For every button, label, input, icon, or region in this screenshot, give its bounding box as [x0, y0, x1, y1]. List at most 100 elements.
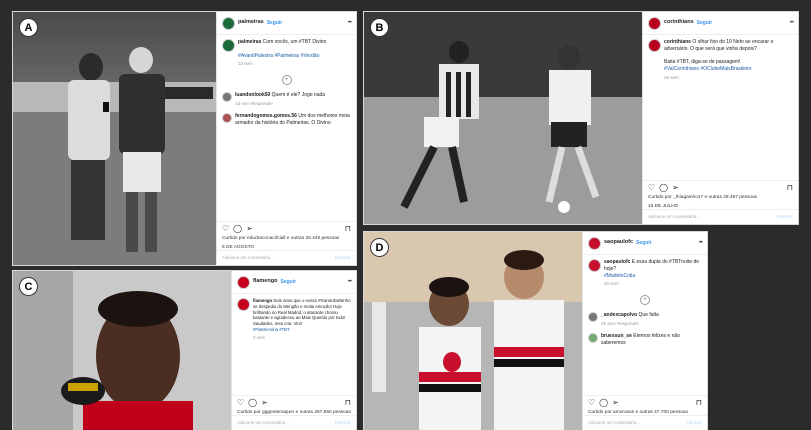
comment-icon[interactable]: ◯: [248, 398, 257, 407]
panel-label-d: D: [371, 239, 388, 256]
share-icon[interactable]: ➢: [672, 184, 679, 192]
publish-button[interactable]: Publicar: [335, 255, 351, 261]
caption-tags[interactable]: #AvantiPalestra #Palmeiras #Verdão: [238, 53, 319, 59]
heart-icon[interactable]: ♡: [648, 184, 655, 192]
post-b-sidebar: corinthians Seguir ••• corinthians O olh…: [642, 12, 798, 224]
add-comment-placeholder: Adicione um comentário...: [648, 213, 701, 219]
plus-circle-icon[interactable]: +: [281, 75, 292, 86]
caption-tags[interactable]: #MadeInCotia: [604, 273, 635, 279]
caption-text-2: Baita #TBT, diga-se de passagem!: [664, 59, 741, 66]
follow-button[interactable]: Seguir: [636, 240, 652, 247]
bookmark-icon[interactable]: ⊓: [787, 184, 793, 192]
share-icon[interactable]: ➢: [261, 398, 268, 407]
actions-bar: ♡ ◯ ➢ ⊓: [217, 221, 356, 236]
add-comment-field[interactable]: Adicione um comentário... Publicar: [583, 414, 707, 430]
publish-button[interactable]: Publicar: [335, 420, 351, 426]
caption-tags[interactable]: #FlaMemória #TBT: [253, 327, 290, 332]
avatar[interactable]: [588, 333, 598, 344]
share-icon[interactable]: ➢: [246, 225, 253, 233]
comment-text: Quem é ele? Jogo nada: [271, 92, 326, 99]
panel-label-c: C: [20, 278, 37, 295]
avatar[interactable]: [222, 92, 232, 103]
liked-by[interactable]: Curtido por _thiagainho17 e outras 28.49…: [643, 195, 798, 201]
publish-button[interactable]: Publicar: [777, 214, 793, 220]
add-comment-placeholder: Adicione um comentário...: [588, 419, 641, 425]
add-comment-field[interactable]: Adicione um comentário... Publicar: [643, 208, 798, 224]
post-d-sidebar: saopaulofc Seguir ••• saopaulofc E essa …: [582, 232, 707, 430]
more-dots-icon[interactable]: •••: [790, 19, 794, 27]
panel-label-a: A: [20, 19, 37, 36]
bookmark-icon[interactable]: ⊓: [345, 398, 351, 407]
comment-user[interactable]: luandonlook50: [235, 92, 270, 98]
add-comment-field[interactable]: Adicione um comentário... Publicar: [232, 414, 356, 430]
photo-d-image: [364, 232, 582, 430]
avatar[interactable]: [588, 312, 598, 323]
heart-icon[interactable]: ♡: [588, 398, 595, 407]
caption: palmeiras Com vocês, um #TBT Divino #Ava…: [217, 35, 356, 71]
avatar[interactable]: [222, 113, 232, 124]
comment-row: fernandogomes.gomes.56 Um dos melhores m…: [217, 110, 356, 130]
avatar[interactable]: [588, 236, 601, 250]
more-dots-icon[interactable]: •••: [699, 239, 703, 247]
caption-text-2: Saudades, meu cria. Vini!: [253, 321, 302, 327]
account-name[interactable]: corinthians: [664, 19, 694, 26]
share-icon[interactable]: ➢: [612, 398, 619, 407]
add-comment-placeholder: Adicione um comentário...: [237, 419, 290, 425]
caption-user[interactable]: palmeiras: [238, 39, 261, 45]
comment-row: _andexcapolvo Que falta 25 sem Responder: [583, 309, 707, 330]
post-c-sidebar: flamengo Seguir ••• flamengo Dois anos q…: [231, 271, 356, 430]
post-c-photo[interactable]: C: [13, 271, 231, 430]
follow-button[interactable]: Seguir: [267, 20, 283, 27]
photo-a-image: [13, 12, 216, 265]
follow-button[interactable]: Seguir: [280, 279, 296, 286]
caption-time: 28 sem: [664, 74, 679, 80]
more-dots-icon[interactable]: •••: [348, 278, 352, 286]
caption: flamengo Dois anos que o nosso #GarotoDo…: [232, 294, 356, 345]
avatar[interactable]: [648, 16, 661, 30]
comment-icon[interactable]: ◯: [659, 184, 668, 192]
comment-row: bruessun_se Eternos felizes e não sabere…: [583, 330, 707, 350]
bookmark-icon[interactable]: ⊓: [345, 225, 351, 233]
avatar[interactable]: [648, 39, 661, 52]
comment-user[interactable]: _andexcapolvo: [601, 312, 637, 318]
account-name[interactable]: palmeiras: [238, 19, 264, 26]
avatar[interactable]: [237, 298, 250, 311]
caption: corinthians O olhar fixo do 10 Neto ao e…: [643, 35, 798, 85]
heart-icon[interactable]: ♡: [222, 225, 229, 233]
caption-user[interactable]: corinthians: [664, 39, 691, 45]
comment-user[interactable]: bruessun_se: [601, 333, 632, 339]
post-d-photo[interactable]: D: [364, 232, 582, 430]
caption-tags[interactable]: #VaiCorinthians #OClubeMaisBrasileiro: [664, 66, 751, 72]
caption-time: 25 sem: [604, 281, 619, 287]
publish-button[interactable]: Publicar: [686, 420, 702, 426]
plus-circle-icon[interactable]: +: [640, 295, 650, 306]
caption-user[interactable]: saopaulofc: [604, 259, 630, 265]
avatar[interactable]: [222, 16, 235, 30]
comment-user[interactable]: fernandogomes.gomes.56: [235, 113, 297, 119]
caption-user[interactable]: flamengo: [253, 298, 272, 303]
account-name[interactable]: flamengo: [253, 278, 277, 285]
bookmark-icon[interactable]: ⊓: [696, 398, 702, 407]
add-comment-field[interactable]: Adicione um comentário... Publicar: [217, 249, 356, 265]
actions-bar: ♡ ◯ ➢ ⊓: [583, 394, 707, 410]
avatar[interactable]: [222, 39, 235, 52]
comment-icon[interactable]: ◯: [233, 225, 242, 233]
account-name[interactable]: saopaulofc: [604, 239, 633, 246]
comment-icon[interactable]: ◯: [599, 398, 608, 407]
actions-bar: ♡ ◯ ➢ ⊓: [232, 394, 356, 410]
avatar[interactable]: [588, 259, 601, 272]
avatar[interactable]: [237, 275, 250, 289]
add-comment-placeholder: Adicione um comentário...: [222, 254, 275, 260]
caption: saopaulofc E essa dupla do #TBTnoite de …: [583, 255, 707, 291]
liked-by[interactable]: Curtido por edudraconacifciall e outras …: [217, 236, 356, 242]
photo-c-image: [13, 271, 231, 430]
caption-time: 2 sem: [253, 334, 266, 340]
more-dots-icon[interactable]: •••: [348, 19, 352, 27]
post-header: palmeiras Seguir •••: [217, 12, 356, 35]
post-a-photo[interactable]: A: [13, 12, 216, 265]
caption-time: 1d sem: [238, 61, 253, 67]
post-b-photo[interactable]: B: [364, 12, 642, 224]
comment-row: luandonlook50 Quem é ele? Jogo nada 1d s…: [217, 89, 356, 110]
follow-button[interactable]: Seguir: [697, 20, 713, 27]
heart-icon[interactable]: ♡: [237, 398, 244, 407]
